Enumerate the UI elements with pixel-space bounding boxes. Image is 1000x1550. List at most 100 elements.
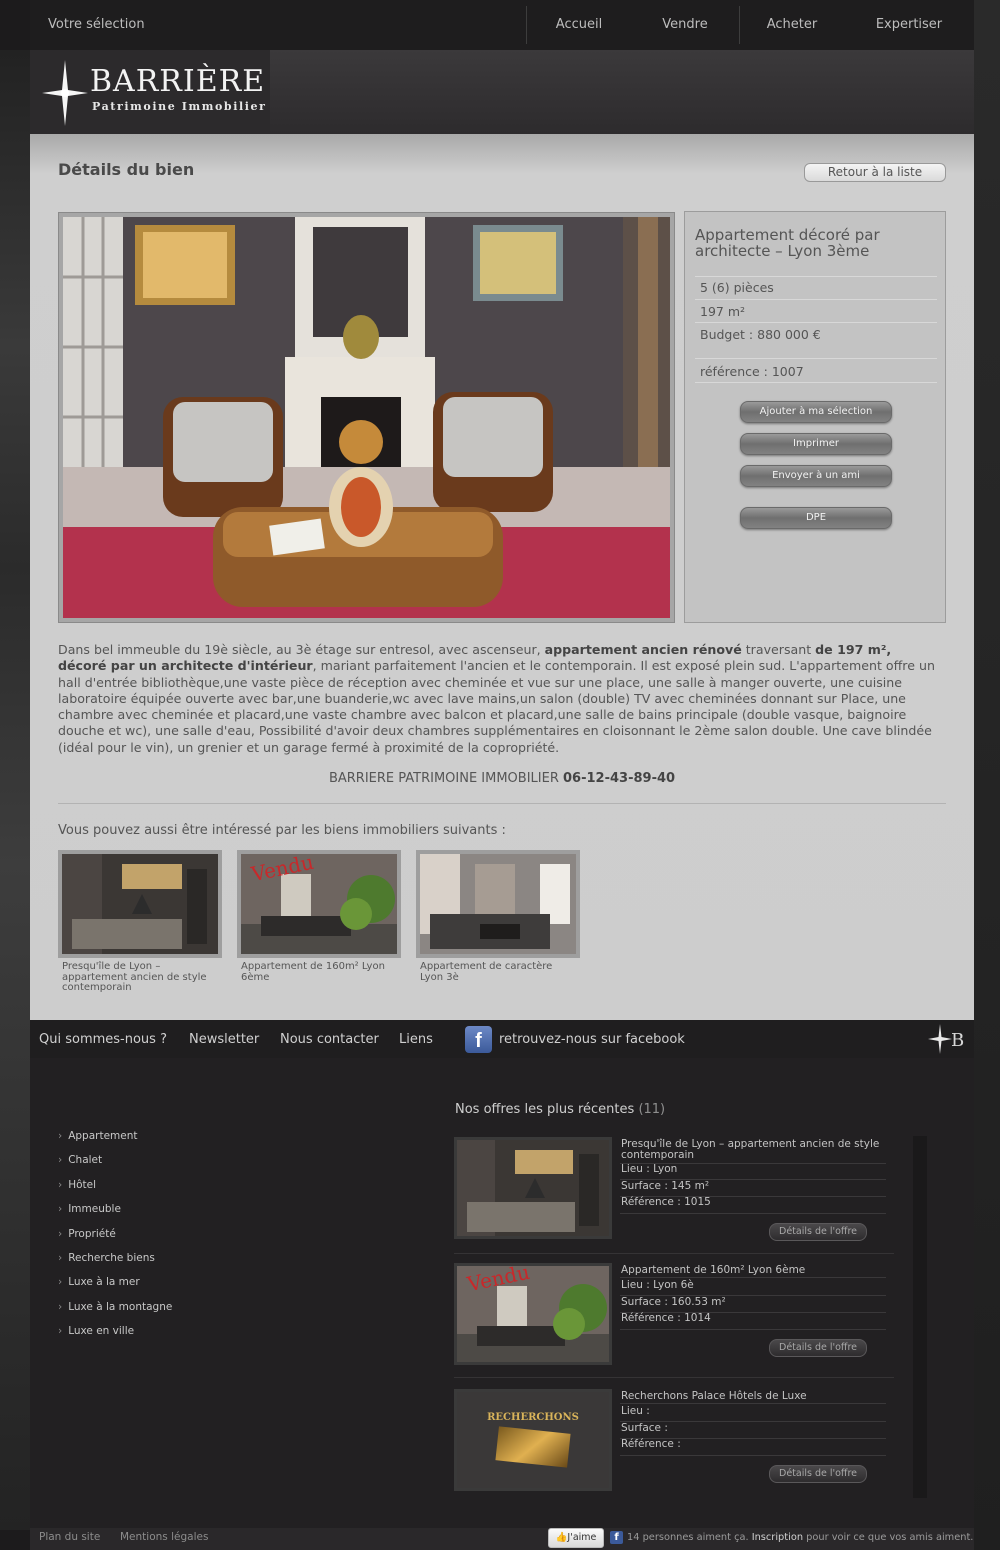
offer-separator [454,1377,894,1378]
top-nav: Accueil Vendre Acheter Expertiser [526,0,974,50]
offer-divider [620,1277,886,1278]
footer-link-links[interactable]: Liens [399,1032,433,1047]
svg-text:B: B [951,1030,964,1051]
offer-thumbnail[interactable] [454,1137,612,1239]
offer-details-button[interactable]: Détails de l'offre [769,1223,867,1241]
add-to-selection-button[interactable]: Ajouter à ma sélection [740,401,892,423]
category-item[interactable]: › Appartement [58,1130,172,1154]
category-item[interactable]: › Recherche biens [58,1252,172,1276]
property-budget: Budget : 880 000 € [700,327,821,342]
info-divider [695,276,937,277]
signup-link[interactable]: Inscription [752,1532,803,1543]
offer-title[interactable]: Presqu'île de Lyon – appartement ancien … [621,1139,886,1161]
offer-title[interactable]: Recherchons Palace Hôtels de Luxe [621,1391,886,1402]
description-highlight: décoré par un architecte d'intérieur [58,658,313,674]
category-label: Immeuble [68,1203,121,1216]
chevron-right-icon: › [58,1300,63,1313]
header: BARRIÈRE Patrimoine Immobilier [30,50,974,134]
info-divider [695,322,937,323]
property-description: Dans bel immeuble du 19è siècle, au 3è é… [58,642,946,756]
offer-item: Vendu Appartement de 160m² Lyon 6ème Lie… [454,1263,894,1379]
offer-details-button[interactable]: Détails de l'offre [769,1339,867,1357]
footer-link-newsletter[interactable]: Newsletter [189,1032,259,1047]
related-thumbnail[interactable] [416,850,580,958]
category-item[interactable]: › Hôtel [58,1179,172,1203]
background-left [0,50,30,1530]
living-room-illustration [63,217,670,618]
facebook-link[interactable]: retrouvez-nous sur facebook [499,1032,685,1047]
page-title: Détails du bien [58,160,195,179]
nav-acheter[interactable]: Acheter [740,0,844,50]
sitemap-link[interactable]: Plan du site [39,1531,100,1543]
like-summary: 14 personnes aiment ça. Inscription pour… [627,1532,973,1543]
offer-surface: Surface : 145 m² [621,1180,710,1192]
selection-link[interactable]: Votre sélection [48,17,145,32]
related-thumbnail[interactable]: Vendu [237,850,401,958]
chevron-right-icon: › [58,1203,63,1216]
category-label: Recherche biens [68,1251,155,1264]
legal-link[interactable]: Mentions légales [120,1531,208,1543]
category-item[interactable]: › Luxe à la mer [58,1276,172,1300]
section-divider [58,803,946,804]
property-photo-frame [58,212,675,623]
offer-divider [620,1213,886,1214]
related-item[interactable]: Appartement de caractère Lyon 3è [416,850,580,983]
category-label: Hôtel [68,1178,97,1191]
nav-accueil[interactable]: Accueil [527,0,631,50]
related-caption[interactable]: Appartement de 160m² Lyon 6ème [237,961,397,983]
related-item[interactable]: Vendu Appartement de 160m² Lyon 6ème [237,850,401,983]
footer-link-contact[interactable]: Nous contacter [280,1032,379,1047]
category-item[interactable]: › Luxe en ville [58,1325,172,1349]
offer-location: Lieu : Lyon 6è [621,1279,694,1291]
chevron-right-icon: › [58,1178,63,1191]
background-right [974,0,1000,1550]
offer-item: Presqu'île de Lyon – appartement ancien … [454,1137,894,1253]
nav-vendre[interactable]: Vendre [631,0,739,50]
dpe-button[interactable]: DPE [740,507,892,529]
related-caption[interactable]: Presqu'île de Lyon – appartement ancien … [58,961,218,994]
main-panel: Détails du bien Retour à la liste Appart… [30,134,974,1020]
contact-line: BARRIERE PATRIMOINE IMMOBILIER 06-12-43-… [58,771,946,786]
offer-title[interactable]: Appartement de 160m² Lyon 6ème [621,1265,886,1276]
footer-nav: Qui sommes-nous ? Newsletter Nous contac… [30,1020,974,1058]
like-tail-text: pour voir ce que vos amis aiment. [803,1532,974,1543]
offer-thumbnail[interactable]: Vendu [454,1263,612,1365]
nav-expertiser[interactable]: Expertiser [844,0,974,50]
offer-location: Lieu : Lyon [621,1163,678,1175]
back-to-list-button[interactable]: Retour à la liste [804,163,946,182]
facebook-like-button[interactable]: 👍J'aime [548,1528,604,1548]
related-thumbnail[interactable] [58,850,222,958]
property-photo[interactable] [63,217,670,618]
related-item[interactable]: Presqu'île de Lyon – appartement ancien … [58,850,222,994]
category-label: Luxe à la montagne [68,1300,173,1313]
offer-divider [620,1329,886,1330]
lower-section: › Appartement › Chalet › Hôtel › Immeuble › P… [30,1058,974,1528]
description-highlight: de 197 m², [815,642,892,657]
print-button[interactable]: Imprimer [740,433,892,455]
category-item[interactable]: › Chalet [58,1154,172,1178]
agency-name: BARRIERE PATRIMOINE IMMOBILIER [328,771,564,786]
category-item[interactable]: › Immeuble [58,1203,172,1227]
related-caption[interactable]: Appartement de caractère Lyon 3è [416,961,576,983]
info-divider [695,299,937,300]
facebook-icon[interactable]: f [465,1026,492,1053]
offer-surface: Surface : 160.53 m² [621,1296,726,1308]
footer-link-about[interactable]: Qui sommes-nous ? [39,1032,167,1047]
logo[interactable]: BARRIÈRE Patrimoine Immobilier [30,50,270,134]
agency-phone: 06-12-43-89-40 [563,771,676,786]
offers-scrollbar[interactable] [913,1136,927,1498]
chevron-right-icon: › [58,1227,63,1240]
send-to-friend-button[interactable]: Envoyer à un ami [740,465,892,487]
chevron-right-icon: › [58,1154,63,1167]
bottom-bar: Plan du site Mentions légales 👍J'aime f … [30,1528,974,1550]
offer-location: Lieu : [621,1405,650,1417]
category-item[interactable]: › Propriété [58,1228,172,1252]
property-rooms: 5 (6) pièces [700,280,774,295]
offer-thumbnail[interactable]: RECHERCHONS [454,1389,612,1491]
recent-count: (11) [638,1102,666,1117]
category-item[interactable]: › Luxe à la montagne [58,1301,172,1325]
offer-surface: Surface : [621,1422,668,1434]
offer-details-button[interactable]: Détails de l'offre [769,1465,867,1483]
chevron-right-icon: › [58,1130,63,1142]
offer-reference: Référence : 1015 [621,1196,711,1208]
